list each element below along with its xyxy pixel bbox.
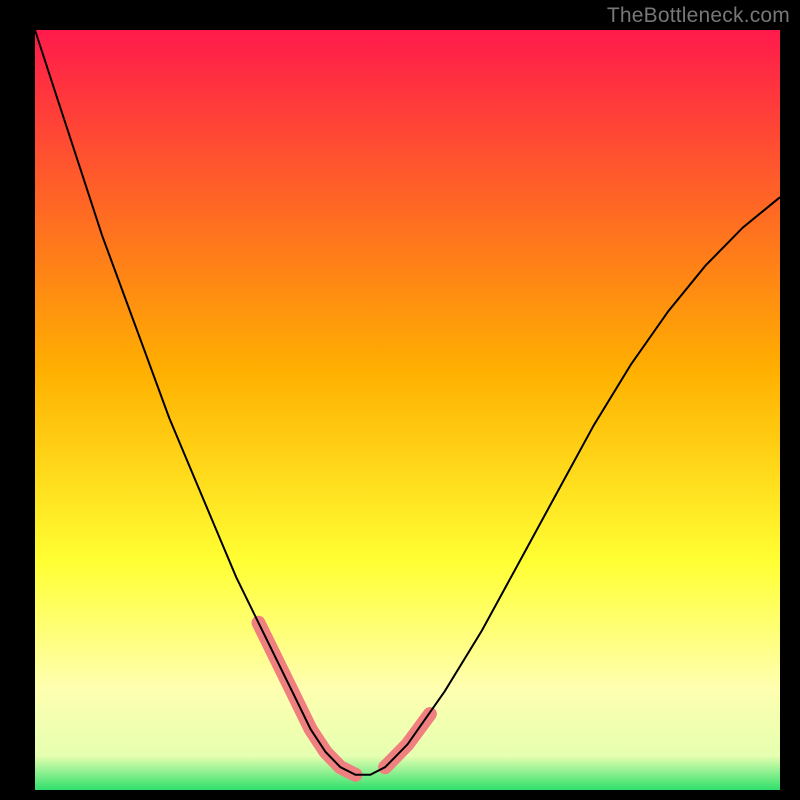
bottleneck-chart [0,0,800,800]
plot-background [35,30,780,790]
watermark-text: TheBottleneck.com [607,4,790,28]
chart-frame: { "watermark": "TheBottleneck.com", "cha… [0,0,800,800]
